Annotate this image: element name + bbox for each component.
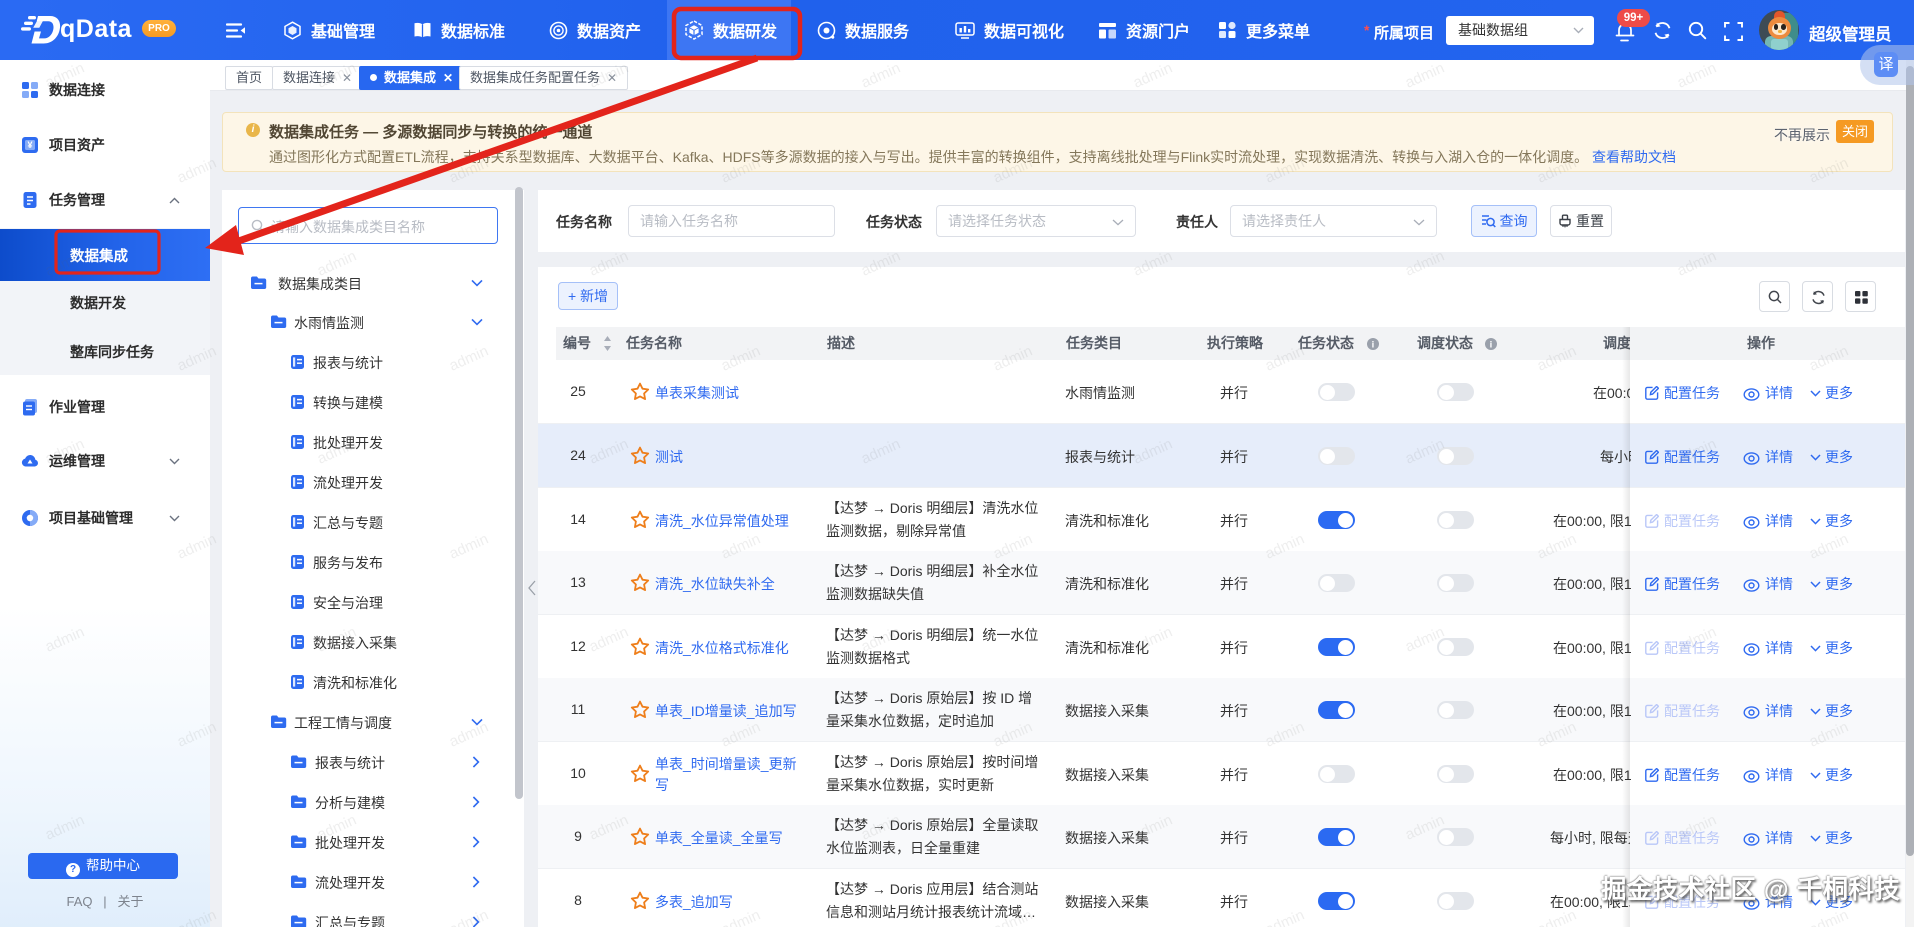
svg-text:i: i: [1490, 340, 1493, 351]
svg-text:i: i: [1372, 340, 1375, 351]
svg-text:¥: ¥: [27, 140, 32, 150]
